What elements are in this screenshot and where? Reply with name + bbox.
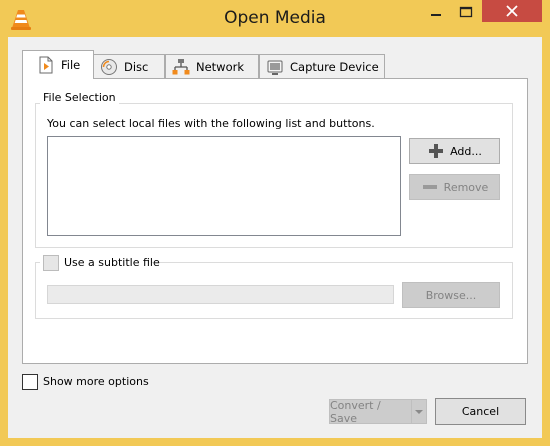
convert-save-dropdown[interactable]: [411, 399, 427, 424]
minimize-icon: [431, 14, 441, 16]
subtitle-checkbox[interactable]: [43, 255, 59, 271]
file-icon: [39, 56, 53, 74]
convert-save-button[interactable]: Convert / Save: [329, 398, 411, 425]
window-frame-left: [0, 37, 8, 446]
network-icon: [172, 58, 190, 74]
remove-button-label: Remove: [443, 180, 489, 194]
close-button[interactable]: [482, 0, 542, 22]
browse-button[interactable]: Browse...: [402, 282, 500, 308]
remove-button[interactable]: Remove: [409, 174, 500, 200]
maximize-button[interactable]: [452, 0, 479, 22]
tab-disc[interactable]: Disc: [93, 54, 165, 78]
capture-device-icon: [267, 60, 283, 75]
tab-file[interactable]: File: [22, 50, 94, 79]
file-selection-description: You can select local files with the foll…: [47, 117, 375, 130]
cancel-button[interactable]: Cancel: [435, 398, 526, 425]
file-selection-title: File Selection: [40, 91, 119, 104]
tab-file-label: File: [61, 58, 81, 72]
browse-button-label: Browse...: [425, 288, 477, 302]
close-icon: [506, 5, 518, 17]
title-bar[interactable]: Open Media: [0, 0, 550, 37]
minimize-button[interactable]: [423, 0, 449, 22]
minus-icon: [422, 185, 437, 189]
window-frame-bottom: [0, 438, 550, 446]
file-list[interactable]: [47, 136, 401, 236]
tab-network[interactable]: Network: [165, 54, 259, 78]
cancel-button-label: Cancel: [461, 405, 500, 418]
subtitle-path-field[interactable]: [47, 285, 394, 304]
add-button-label: Add...: [450, 144, 482, 158]
window-frame-right: [542, 37, 550, 446]
subtitle-checkbox-label: Use a subtitle file: [64, 256, 160, 269]
show-more-options-label: Show more options: [43, 375, 149, 388]
show-more-options-checkbox[interactable]: [22, 374, 38, 390]
plus-icon: [429, 144, 444, 158]
tab-network-label: Network: [196, 59, 245, 74]
convert-save-button-label: Convert / Save: [330, 398, 381, 425]
add-button[interactable]: Add...: [409, 138, 500, 164]
tab-disc-label: Disc: [124, 59, 149, 74]
chevron-down-icon: [415, 409, 423, 414]
disc-icon: [101, 58, 117, 75]
tab-capture-device-label: Capture Device: [290, 59, 379, 74]
maximize-icon: [459, 6, 473, 18]
tab-capture-device[interactable]: Capture Device: [259, 54, 385, 78]
